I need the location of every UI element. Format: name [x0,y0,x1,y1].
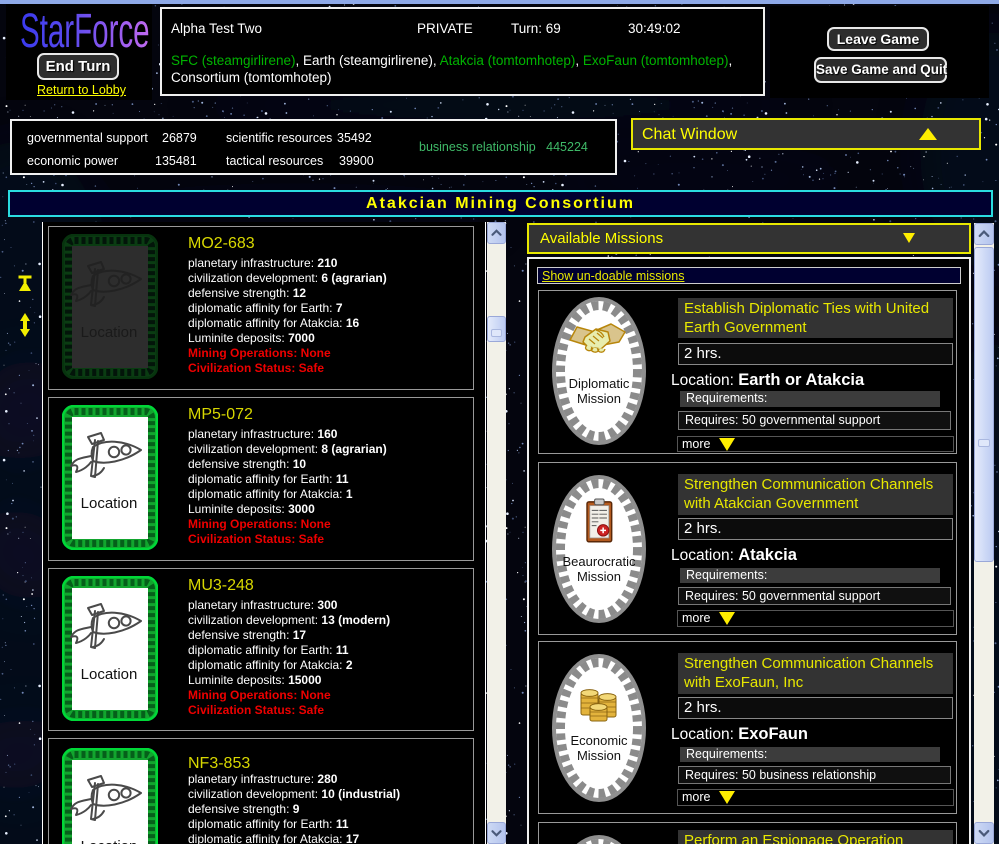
svg-text:Location: Location [81,838,138,844]
svg-text:Location: Location [81,666,138,683]
svg-text:Location: Location [81,324,138,341]
svg-text:Location: Location [81,495,138,512]
